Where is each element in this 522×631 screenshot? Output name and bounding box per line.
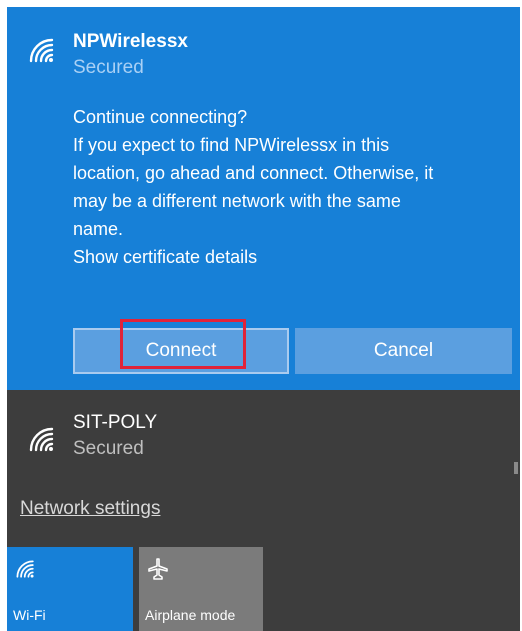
network-status: Secured [73,438,144,459]
scrollbar[interactable] [514,462,518,474]
selected-network-item[interactable]: NPWirelessx Secured Continue connecting?… [7,7,520,390]
network-list-item[interactable]: SIT-POLY Secured [7,390,520,480]
cancel-button[interactable]: Cancel [295,328,512,374]
prompt-question: Continue connecting? [73,107,248,127]
airplane-mode-tile[interactable]: Airplane mode [139,547,263,631]
network-name: SIT-POLY [73,412,158,433]
prompt-line: location, go ahead and connect. Otherwis… [73,163,434,183]
network-status: Secured [73,57,144,78]
prompt-line: may be a different network with the same [73,191,401,211]
wifi-icon [16,560,34,578]
show-certificate-link[interactable]: Show certificate details [73,243,513,271]
network-settings-link[interactable]: Network settings [20,498,160,520]
wifi-toggle-tile[interactable]: Wi-Fi [7,547,133,631]
network-flyout: NPWirelessx Secured Continue connecting?… [7,7,520,631]
network-name: NPWirelessx [73,31,188,52]
tile-label: Airplane mode [145,607,236,623]
prompt-line: name. [73,219,124,239]
connection-prompt: Continue connecting? If you expect to fi… [73,103,513,271]
wifi-signal-icon [29,427,54,452]
prompt-line: If you expect to find NPWirelessx in thi… [73,135,390,155]
highlight-box [120,319,246,369]
cancel-button-label: Cancel [373,340,434,361]
tile-label: Wi-Fi [13,607,46,623]
airplane-icon [148,558,168,580]
wifi-signal-icon [29,38,54,63]
